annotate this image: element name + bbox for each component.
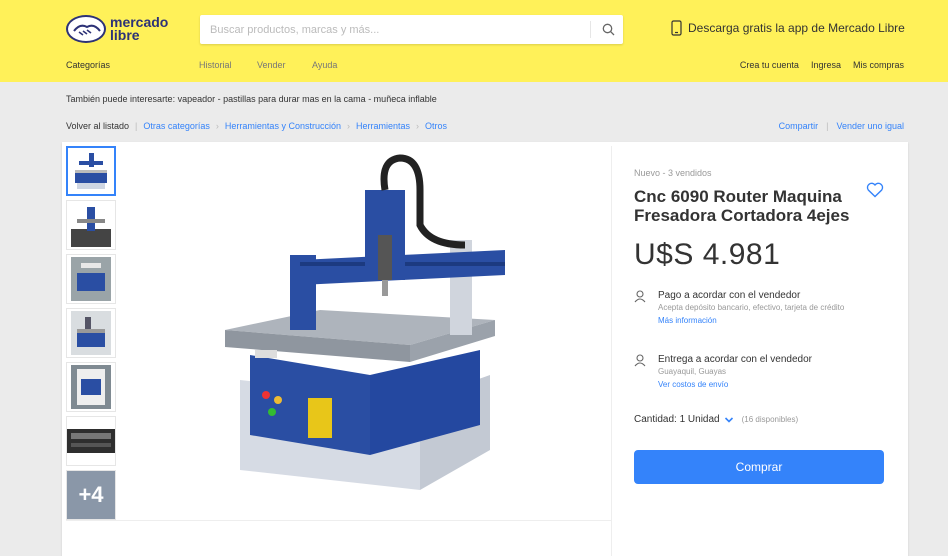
search-input[interactable] [200, 15, 590, 44]
available-stock: (16 disponibles) [741, 415, 799, 424]
nav-sell[interactable]: Vender [257, 60, 286, 70]
thumbnail[interactable] [66, 254, 116, 304]
thumbnail[interactable] [66, 362, 116, 412]
app-download-link[interactable]: Descarga gratis la app de Mercado Libre [671, 20, 905, 36]
phone-icon [671, 20, 682, 36]
breadcrumb-separator: | [135, 121, 138, 131]
heart-icon [866, 182, 884, 198]
account-nav: Crea tu cuenta Ingresa Mis compras [728, 60, 904, 70]
cnc-machine-thumbnail [75, 153, 107, 189]
cnc-detail-thumbnail [71, 207, 111, 247]
my-purchases-link[interactable]: Mis compras [853, 60, 904, 70]
thumbnail[interactable] [66, 146, 116, 196]
share-link[interactable]: Compartir [779, 121, 819, 131]
thumbnail[interactable] [66, 308, 116, 358]
search-icon [602, 23, 614, 36]
breadcrumb-item[interactable]: Otras categorías [143, 121, 210, 131]
payment-info: Pago a acordar con el vendedor Acepta de… [634, 290, 868, 325]
breadcrumb-actions: Compartir | Vender uno igual [779, 121, 904, 131]
create-account-link[interactable]: Crea tu cuenta [740, 60, 799, 70]
payment-methods: Acepta depósito bancario, efectivo, tarj… [658, 303, 845, 312]
column-divider [611, 146, 612, 556]
breadcrumb-item[interactable]: Herramientas [356, 121, 410, 131]
chevron-right-icon: › [416, 121, 419, 131]
product-image[interactable] [180, 150, 540, 510]
search-divider [590, 21, 591, 38]
cnc-photo-thumbnail [67, 429, 115, 453]
thumbnail[interactable] [66, 200, 116, 250]
chevron-right-icon: › [215, 121, 219, 131]
header: mercado libre Descarga gratis la app de … [0, 0, 948, 82]
more-info-link[interactable]: Más información [658, 316, 868, 325]
product-condition: Nuevo - 3 vendidos [634, 168, 712, 178]
delivery-info: Entrega a acordar con el vendedor Guayaq… [634, 354, 868, 389]
breadcrumb-separator: | [826, 121, 829, 131]
login-link[interactable]: Ingresa [811, 60, 841, 70]
delivery-location: Guayaquil, Guayas [658, 367, 727, 376]
nav-history[interactable]: Historial [199, 60, 232, 70]
gallery-divider [66, 520, 611, 521]
buy-button[interactable]: Comprar [634, 450, 884, 484]
shipping-costs-link[interactable]: Ver costos de envío [658, 380, 868, 389]
chevron-down-icon [724, 416, 733, 423]
quantity-label: Cantidad: 1 Unidad [634, 414, 720, 425]
cnc-photo-thumbnail [71, 365, 111, 409]
favorite-button[interactable] [866, 182, 884, 203]
payment-title: Pago a acordar con el vendedor [658, 290, 801, 301]
more-photos-count: +4 [67, 471, 115, 519]
delivery-title: Entrega a acordar con el vendedor [658, 354, 812, 365]
product-price: U$S 4.981 [634, 238, 781, 271]
back-to-list-link[interactable]: Volver al listado [66, 121, 129, 131]
thumbnail-more[interactable]: +4 [66, 470, 116, 520]
breadcrumb: Volver al listado | Otras categorías › H… [66, 121, 447, 131]
search-bar [200, 15, 623, 44]
nav-categories[interactable]: Categorías [66, 60, 110, 70]
handshake-icon [66, 15, 106, 43]
sell-same-link[interactable]: Vender uno igual [836, 121, 904, 131]
breadcrumb-item[interactable]: Herramientas y Construcción [225, 121, 341, 131]
product-title: Cnc 6090 Router Maquina Fresadora Cortad… [634, 187, 850, 225]
chevron-right-icon: › [346, 121, 350, 131]
breadcrumb-item[interactable]: Otros [425, 121, 447, 131]
suggestions-items[interactable]: vapeador - pastillas para durar mas en l… [178, 94, 437, 104]
person-icon [634, 290, 650, 325]
quantity-selector[interactable]: Cantidad: 1 Unidad (16 disponibles) [634, 414, 798, 425]
search-button[interactable] [593, 15, 623, 44]
person-icon [634, 354, 650, 389]
logo-text: mercado libre [110, 14, 169, 43]
mercado-libre-logo[interactable]: mercado libre [66, 13, 176, 45]
thumbnail[interactable] [66, 416, 116, 466]
app-promo-text: Descarga gratis la app de Mercado Libre [688, 21, 905, 35]
nav-help[interactable]: Ayuda [312, 60, 337, 70]
cnc-photo-thumbnail [71, 257, 111, 301]
cnc-photo-thumbnail [71, 311, 111, 355]
suggestions-label: También puede interesarte: [66, 94, 176, 104]
suggestions: También puede interesarte: vapeador - pa… [66, 94, 437, 104]
